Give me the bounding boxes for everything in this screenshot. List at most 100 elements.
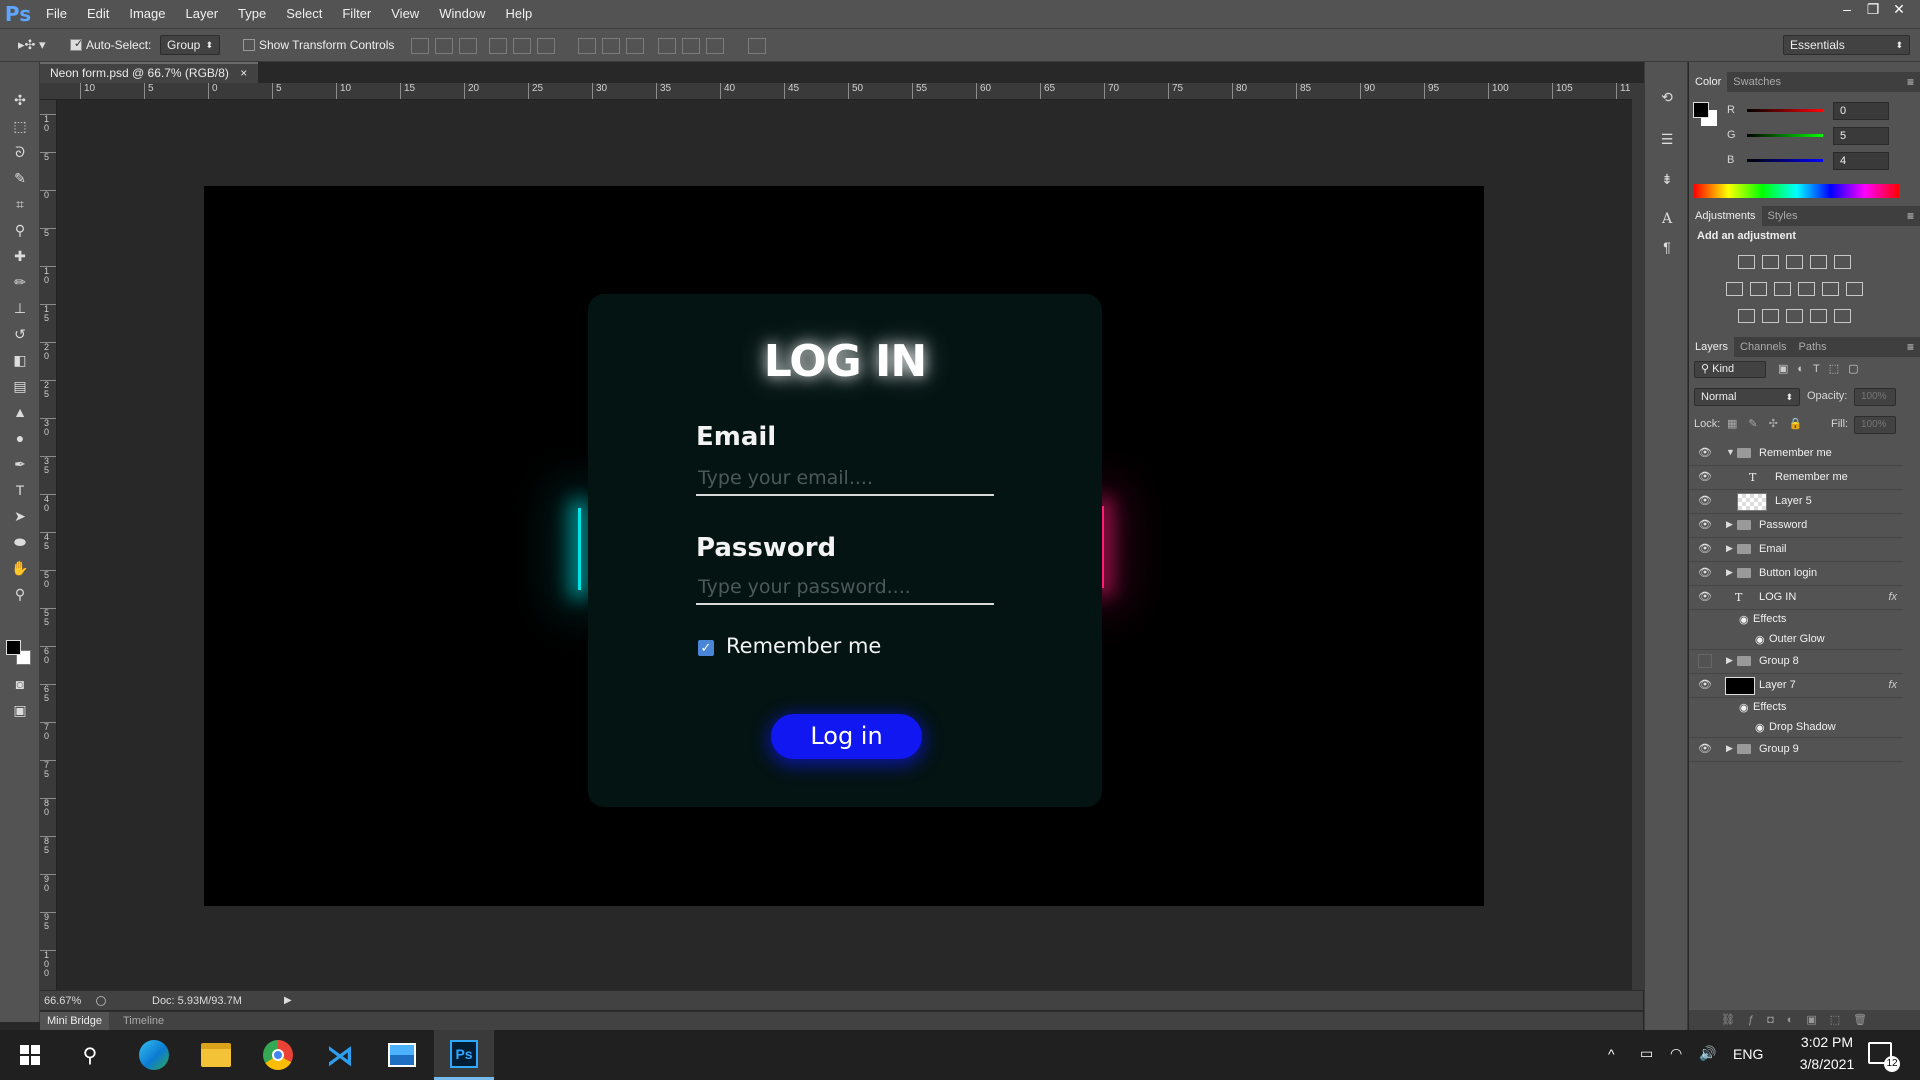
menu-type[interactable]: Type (228, 0, 276, 28)
wifi-icon[interactable]: ◠ (1670, 1045, 1682, 1062)
healing-brush-tool-icon[interactable]: ✚ (9, 246, 31, 266)
photo-filter-icon[interactable] (1798, 282, 1815, 296)
auto-select-dropdown[interactable]: Group ⬍ (160, 35, 220, 55)
menu-filter[interactable]: Filter (332, 0, 381, 28)
distribute-left-icon[interactable] (658, 38, 676, 54)
layers-footer-icons[interactable]: ⛓ƒ◘◐▣⬚🗑 (1689, 1010, 1920, 1030)
foreground-color-swatch[interactable] (6, 640, 21, 655)
quick-selection-tool-icon[interactable]: ✎ (9, 168, 31, 188)
tab-paths[interactable]: Paths (1793, 337, 1833, 357)
path-selection-tool-icon[interactable]: ➤ (9, 506, 31, 526)
visibility-eye-icon[interactable]: 👁 (1698, 470, 1712, 484)
photos-icon[interactable] (376, 1030, 428, 1080)
posterize-icon[interactable] (1762, 309, 1779, 323)
menu-help[interactable]: Help (495, 0, 542, 28)
dodge-tool-icon[interactable]: ● (9, 428, 31, 448)
vibrance-icon[interactable] (1834, 255, 1851, 269)
quick-mask-icon[interactable]: ◙ (9, 674, 31, 694)
zoom-level[interactable]: 66.67% (44, 991, 81, 1011)
menu-window[interactable]: Window (429, 0, 495, 28)
document-tab[interactable]: Neon form.psd @ 66.7% (RGB/8) × (40, 62, 258, 83)
invert-icon[interactable] (1738, 309, 1755, 323)
fx-icon[interactable]: fx (1888, 679, 1897, 691)
pen-tool-icon[interactable]: ✒ (9, 454, 31, 474)
color-lookup-icon[interactable] (1846, 282, 1863, 296)
tab-layers[interactable]: Layers (1689, 337, 1735, 357)
marquee-tool-icon[interactable]: ⬚ (9, 116, 31, 136)
status-menu-arrow-icon[interactable]: ▶ (284, 991, 292, 1011)
layer-effects-row[interactable]: ◉ Effects (1689, 698, 1903, 718)
vertical-scrollbar[interactable] (1632, 83, 1644, 990)
history-brush-tool-icon[interactable]: ↺ (9, 324, 31, 344)
visibility-eye-icon[interactable]: 👁 (1698, 566, 1712, 580)
black-white-icon[interactable] (1774, 282, 1791, 296)
character-panel-icon[interactable]: A (1658, 210, 1676, 228)
minimize-button[interactable]: – (1834, 0, 1860, 18)
gradient-map-icon[interactable] (1834, 309, 1851, 323)
clock-date[interactable]: 3/8/2021 (1782, 1056, 1872, 1072)
layer-effect-row[interactable]: ◉ Drop Shadow (1689, 718, 1903, 738)
fill-input[interactable]: 100% (1854, 416, 1896, 434)
expand-triangle-icon[interactable]: ▶ (1726, 743, 1733, 754)
layer-effects-row[interactable]: ◉ Effects (1689, 610, 1903, 630)
fg-color-chip[interactable] (1693, 102, 1709, 118)
visibility-eye-icon[interactable]: 👁 (1698, 590, 1712, 604)
restore-button[interactable]: ❐ (1860, 0, 1886, 18)
menu-edit[interactable]: Edit (77, 0, 119, 28)
distribute-hcenter-icon[interactable] (682, 38, 700, 54)
visibility-eye-icon[interactable]: 👁 (1698, 518, 1712, 532)
blue-value-input[interactable]: 4 (1833, 152, 1889, 170)
visibility-hidden-box[interactable] (1698, 654, 1712, 668)
move-tool-icon[interactable]: ✣ (9, 90, 31, 110)
blue-slider[interactable] (1747, 159, 1823, 162)
search-icon[interactable]: ⚲ (64, 1030, 116, 1080)
remember-me-checkbox[interactable]: ✓ (698, 640, 714, 656)
close-tab-icon[interactable]: × (240, 66, 247, 80)
menu-file[interactable]: File (36, 0, 77, 28)
edge-icon[interactable] (128, 1030, 180, 1080)
red-slider[interactable] (1747, 109, 1823, 112)
lasso-tool-icon[interactable]: ᘐ (9, 142, 31, 162)
volume-icon[interactable]: 🔊 (1699, 1045, 1716, 1062)
layer-row[interactable]: 👁 T LOG IN fx (1689, 586, 1903, 610)
zoom-tool-icon[interactable]: ⚲ (9, 584, 31, 604)
hand-tool-icon[interactable]: ✋ (9, 558, 31, 578)
panel-menu-icon[interactable]: ≡ (1907, 340, 1914, 354)
threshold-icon[interactable] (1786, 309, 1803, 323)
password-field[interactable] (696, 571, 994, 605)
layer-row[interactable]: 👁 ▶ Button login (1689, 562, 1903, 586)
visibility-eye-icon[interactable]: 👁 (1698, 742, 1712, 756)
gradient-tool-icon[interactable]: ▤ (9, 376, 31, 396)
effect-eye-icon[interactable]: ◉ (1755, 633, 1765, 646)
close-button[interactable]: ✕ (1886, 0, 1912, 18)
login-button[interactable]: Log in (771, 714, 922, 759)
history-panel-icon[interactable]: ⟲ (1658, 88, 1676, 106)
expand-triangle-icon[interactable]: ▶ (1726, 567, 1733, 578)
layer-row[interactable]: 👁 Layer 5 (1689, 490, 1903, 514)
distribute-right-icon[interactable] (706, 38, 724, 54)
tab-channels[interactable]: Channels (1734, 337, 1792, 357)
align-hcenter-icon[interactable] (513, 38, 531, 54)
show-transform-checkbox[interactable] (243, 39, 255, 51)
align-top-icon[interactable] (411, 38, 429, 54)
auto-align-icon[interactable] (748, 38, 766, 54)
visibility-eye-icon[interactable]: 👁 (1698, 446, 1712, 460)
green-slider[interactable] (1747, 134, 1823, 137)
file-explorer-icon[interactable] (190, 1030, 242, 1080)
align-left-icon[interactable] (489, 38, 507, 54)
move-tool-preset-icon[interactable]: ▸✣ ▾ (18, 37, 54, 53)
exposure-icon[interactable] (1810, 255, 1827, 269)
chrome-icon[interactable] (252, 1030, 304, 1080)
type-tool-icon[interactable]: T (9, 480, 31, 500)
proof-icon[interactable] (96, 996, 106, 1006)
effects-eye-icon[interactable]: ◉ (1739, 613, 1749, 626)
hue-saturation-icon[interactable] (1726, 282, 1743, 296)
visibility-eye-icon[interactable]: 👁 (1698, 678, 1712, 692)
expand-triangle-icon[interactable]: ▶ (1726, 519, 1733, 530)
visibility-eye-icon[interactable]: 👁 (1698, 542, 1712, 556)
battery-icon[interactable]: ▭ (1640, 1045, 1653, 1062)
align-vcenter-icon[interactable] (435, 38, 453, 54)
layer-row[interactable]: 👁 ▶ Group 9 (1689, 738, 1903, 762)
expand-triangle-icon[interactable]: ▶ (1726, 543, 1733, 554)
align-bottom-icon[interactable] (459, 38, 477, 54)
